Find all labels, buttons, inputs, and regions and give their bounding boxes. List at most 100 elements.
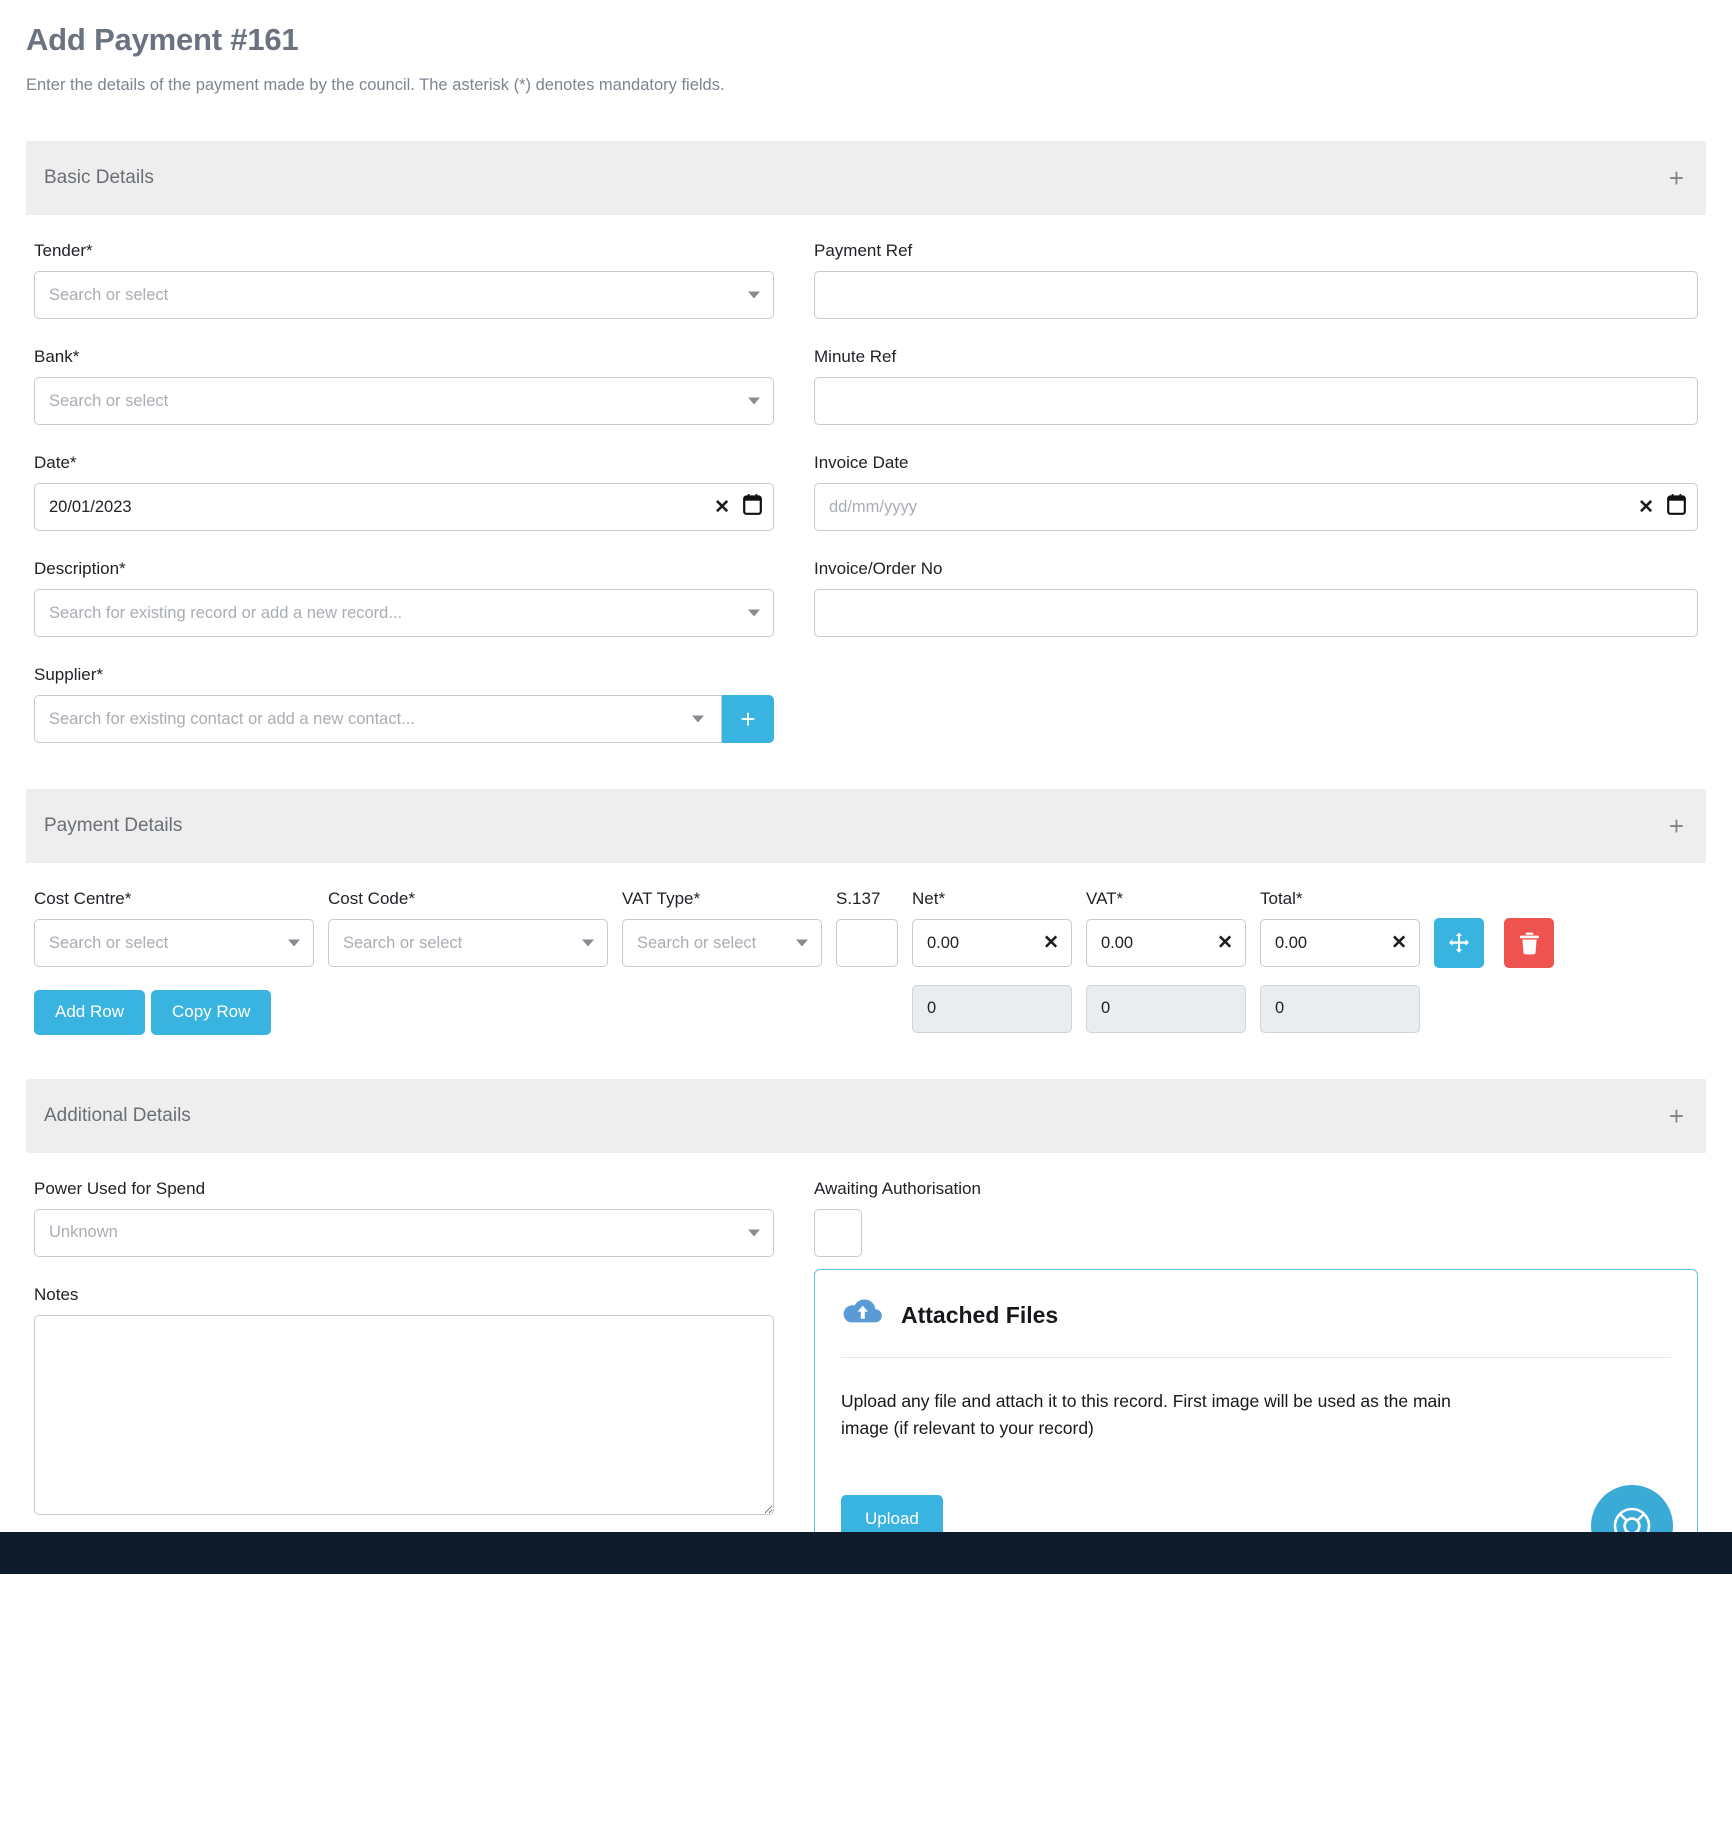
tender-input[interactable]: [34, 271, 774, 319]
total-input-wrap[interactable]: ✕: [1260, 919, 1420, 967]
description-input[interactable]: [34, 589, 774, 637]
totals-spacer: [34, 985, 898, 1033]
cost-code-select-wrap[interactable]: [328, 919, 608, 967]
move-row-button[interactable]: [1434, 918, 1484, 968]
page-container: Add Payment #161 Enter the details of th…: [0, 22, 1732, 1575]
page-subtitle: Enter the details of the payment made by…: [26, 76, 725, 94]
column-header-cost-centre: Cost Centre*: [34, 889, 132, 908]
trash-icon: [1519, 932, 1539, 954]
cell-vat-type: [622, 919, 822, 967]
invoice-date-input[interactable]: [814, 483, 1698, 531]
cell-cost-centre: [34, 919, 314, 967]
field-power-used: Power Used for Spend: [34, 1179, 774, 1257]
field-tender: Tender*: [34, 241, 774, 319]
expand-plus-icon[interactable]: +: [1669, 1103, 1684, 1129]
additional-details-form: Power Used for Spend Notes Awaiting Auth…: [26, 1153, 1706, 1575]
minute-ref-input[interactable]: [814, 377, 1698, 425]
basic-details-left-column: Tender* Bank* Date* ✕: [34, 215, 774, 743]
clear-icon[interactable]: ✕: [714, 498, 730, 517]
column-header-total: Total*: [1260, 889, 1303, 908]
cell-net: ✕: [912, 919, 1072, 967]
bank-input[interactable]: [34, 377, 774, 425]
cost-centre-input[interactable]: [34, 919, 314, 967]
payment-table-header: Cost Centre* Cost Code* VAT Type* S.137 …: [34, 889, 1698, 909]
bank-select-wrap[interactable]: [34, 377, 774, 425]
clear-icon[interactable]: ✕: [1391, 934, 1407, 953]
label-bank: Bank*: [34, 347, 80, 366]
column-header-vat: VAT*: [1086, 889, 1124, 908]
invoice-date-icons: ✕: [1638, 494, 1686, 520]
notes-textarea[interactable]: [34, 1314, 774, 1515]
label-power-used: Power Used for Spend: [34, 1178, 206, 1198]
totals-spacer: [1434, 985, 1490, 1033]
delete-row-button[interactable]: [1504, 918, 1554, 968]
s137-input[interactable]: [836, 919, 898, 967]
section-header-additional-details[interactable]: Additional Details +: [26, 1078, 1706, 1153]
cost-centre-select-wrap[interactable]: [34, 919, 314, 967]
clear-icon[interactable]: ✕: [1638, 498, 1654, 517]
column-header-cost-code: Cost Code*: [328, 889, 415, 908]
cloud-upload-icon: [841, 1296, 885, 1335]
date-input[interactable]: [34, 483, 774, 531]
section-title-additional-details: Additional Details: [44, 1104, 191, 1126]
power-used-select-wrap[interactable]: [34, 1208, 774, 1257]
vat-type-input[interactable]: [622, 919, 822, 967]
description-select-wrap[interactable]: [34, 589, 774, 637]
label-invoice-order-no: Invoice/Order No: [814, 559, 943, 578]
label-supplier: Supplier*: [34, 665, 103, 684]
tender-select-wrap[interactable]: [34, 271, 774, 319]
payment-totals-row: 0 0 0: [34, 984, 1698, 1033]
supplier-input-group: +: [34, 695, 774, 743]
table-row: ✕ ✕ ✕: [34, 918, 1698, 968]
cell-s137: [836, 919, 898, 967]
attached-files-card: Attached Files Upload any file and attac…: [814, 1268, 1698, 1575]
power-used-input[interactable]: [34, 1208, 774, 1257]
cell-delete: [1504, 918, 1560, 968]
vat-input-wrap[interactable]: ✕: [1086, 919, 1246, 967]
attached-files-description: Upload any file and attach it to this re…: [841, 1390, 1451, 1438]
net-input-wrap[interactable]: ✕: [912, 919, 1072, 967]
additional-right-column: Awaiting Authorisation Attached Files Up…: [814, 1153, 1698, 1575]
field-description: Description*: [34, 559, 774, 637]
date-input-wrap[interactable]: ✕: [34, 483, 774, 531]
total-vat-field: 0: [1086, 984, 1246, 1033]
section-title-payment-details: Payment Details: [44, 815, 183, 836]
attached-files-title: Attached Files: [901, 1301, 1059, 1328]
section-header-payment-details[interactable]: Payment Details +: [26, 789, 1706, 863]
label-description: Description*: [34, 559, 126, 578]
awaiting-authorisation-checkbox[interactable]: [814, 1208, 862, 1257]
section-title-basic-details: Basic Details: [44, 167, 154, 188]
basic-details-right-column: Payment Ref Minute Ref Invoice Date ✕: [814, 215, 1698, 743]
date-icons: ✕: [714, 494, 762, 520]
column-header-net: Net*: [912, 889, 946, 908]
label-invoice-date: Invoice Date: [814, 453, 909, 472]
add-supplier-button[interactable]: +: [722, 695, 774, 743]
calendar-icon[interactable]: [743, 494, 762, 520]
section-header-basic-details[interactable]: Basic Details +: [26, 141, 1706, 215]
vat-type-select-wrap[interactable]: [622, 919, 822, 967]
supplier-select-wrap[interactable]: [34, 695, 722, 743]
field-minute-ref: Minute Ref: [814, 347, 1698, 425]
expand-plus-icon[interactable]: +: [1669, 813, 1684, 839]
clear-icon[interactable]: ✕: [1217, 934, 1233, 953]
column-header-vat-type: VAT Type*: [622, 889, 701, 908]
payment-ref-input[interactable]: [814, 271, 1698, 319]
field-payment-ref: Payment Ref: [814, 241, 1698, 319]
attached-files-header: Attached Files: [841, 1296, 1671, 1335]
label-date: Date*: [34, 453, 77, 472]
calendar-icon[interactable]: [1667, 494, 1686, 520]
clear-icon[interactable]: ✕: [1043, 934, 1059, 953]
label-minute-ref: Minute Ref: [814, 347, 897, 366]
invoice-date-input-wrap[interactable]: ✕: [814, 483, 1698, 531]
bottom-strip: [0, 1532, 1732, 1575]
supplier-input[interactable]: [34, 695, 722, 743]
invoice-order-no-input[interactable]: [814, 589, 1698, 637]
field-date: Date* ✕: [34, 453, 774, 531]
cost-code-input[interactable]: [328, 919, 608, 967]
total-sum-field: 0: [1260, 984, 1420, 1033]
expand-plus-icon[interactable]: +: [1669, 165, 1684, 191]
field-supplier: Supplier* +: [34, 665, 774, 743]
totals-spacer: [1504, 985, 1560, 1033]
label-notes: Notes: [34, 1284, 79, 1304]
cell-vat: ✕: [1086, 919, 1246, 967]
